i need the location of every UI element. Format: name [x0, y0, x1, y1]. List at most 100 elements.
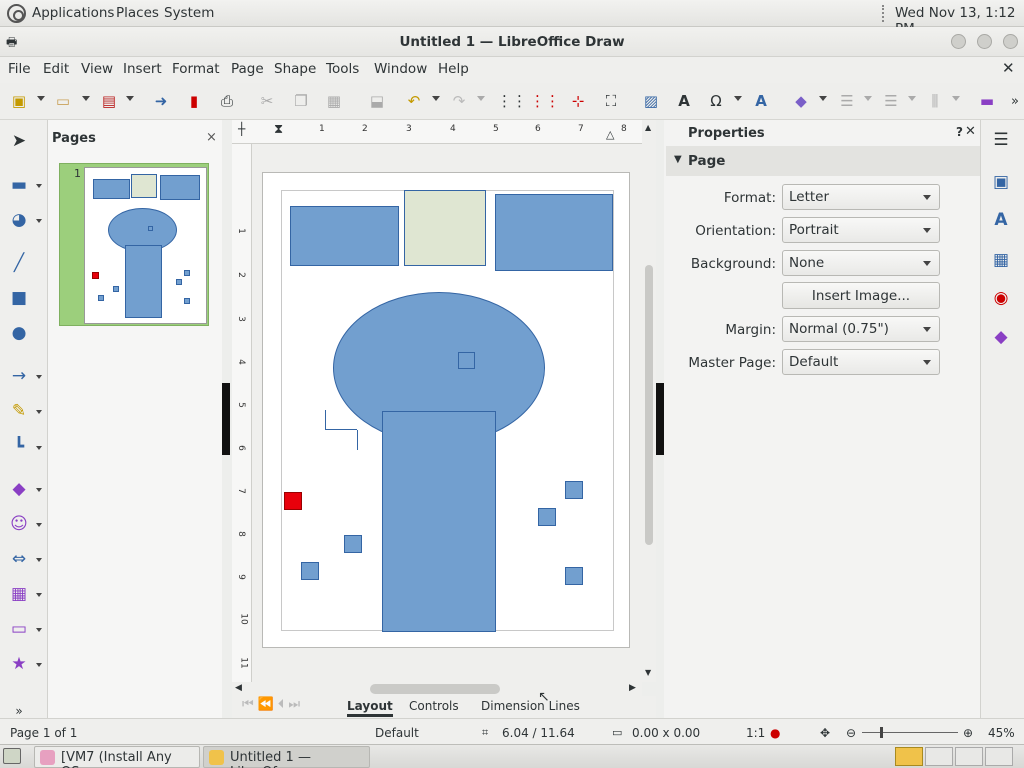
close-window-icon[interactable] — [1003, 34, 1018, 49]
workspace-switcher[interactable] — [895, 747, 923, 766]
menu-file[interactable]: File — [8, 61, 31, 77]
export-icon[interactable]: ➜ — [150, 91, 172, 111]
callouts-icon[interactable]: ▭ — [8, 618, 30, 640]
square-shape[interactable] — [565, 481, 583, 499]
vertical-ruler[interactable]: 1 2 3 4 5 6 7 8 9 10 11 — [232, 144, 252, 682]
ellipse-icon[interactable]: ● — [8, 322, 30, 344]
page-info[interactable]: Page 1 of 1 — [10, 726, 77, 740]
maximize-icon[interactable] — [977, 34, 992, 49]
pages-pane-splitter[interactable] — [222, 383, 230, 455]
scroll-left-icon[interactable]: ◀ — [235, 683, 242, 693]
menu-page[interactable]: Page — [231, 61, 264, 77]
help-icon[interactable]: ? — [956, 125, 963, 139]
workspace-switcher-2[interactable] — [925, 747, 953, 766]
toolbar-overflow-icon[interactable]: » — [1004, 91, 1024, 111]
align-icon[interactable]: ☰ — [836, 91, 858, 111]
taskbar-draw-window[interactable]: Untitled 1 — LibreOf... — [203, 746, 370, 768]
horizontal-scroll-thumb[interactable] — [370, 684, 500, 694]
workspace-switcher-3[interactable] — [955, 747, 983, 766]
zoom-slider[interactable] — [862, 732, 958, 733]
collapse-icon[interactable]: ▼ — [674, 154, 682, 165]
margin-select[interactable]: Normal (0.75") — [782, 316, 940, 342]
redo-icon[interactable]: ↷ — [448, 91, 470, 111]
page-thumbnail[interactable]: 1 — [59, 163, 209, 326]
styles-deck-icon[interactable]: A — [989, 208, 1013, 232]
tab-navigation-icons[interactable]: ⏮⏪⏴⏭ — [242, 697, 304, 712]
scroll-down-icon[interactable]: ▼ — [645, 668, 651, 677]
tab-controls[interactable]: Controls — [409, 699, 459, 713]
cut-icon[interactable]: ✂ — [256, 91, 278, 111]
tab-dimension-lines[interactable]: Dimension Lines — [481, 699, 580, 713]
copy-icon[interactable]: ❐ — [290, 91, 312, 111]
properties-deck-icon[interactable]: ▣ — [989, 170, 1013, 194]
scroll-up-icon[interactable]: ▲ — [645, 123, 651, 132]
square-shape[interactable] — [565, 567, 583, 585]
taskbar-vm-window[interactable]: [VM7 (Install Any OS... — [34, 746, 200, 768]
open-icon[interactable]: ▭ — [52, 91, 74, 111]
fit-page-icon[interactable]: ✥ — [820, 726, 830, 740]
tab-stop-icon[interactable]: ┼ — [238, 122, 245, 136]
scroll-right-icon[interactable]: ▶ — [629, 683, 636, 693]
fontwork-icon[interactable]: A — [750, 91, 772, 111]
clone-formatting-icon[interactable]: ⬓ — [366, 91, 388, 111]
fill-color-icon[interactable]: ◕ — [8, 209, 30, 231]
paste-icon[interactable]: ▦ — [323, 91, 345, 111]
minimize-icon[interactable] — [951, 34, 966, 49]
distribute-icon[interactable]: ⫼ — [924, 91, 946, 111]
undo-icon[interactable]: ↶ — [403, 91, 425, 111]
menu-window[interactable]: Window — [374, 61, 427, 77]
zoom-in-icon[interactable]: ⊕ — [963, 726, 973, 740]
zoom-out-icon[interactable]: ⊖ — [846, 726, 856, 740]
document-modified-icon[interactable]: ● — [770, 726, 780, 740]
line-tool-icon[interactable]: ╱ — [8, 252, 30, 274]
square-shape[interactable] — [301, 562, 319, 580]
menu-view[interactable]: View — [81, 61, 113, 77]
snap-to-grid-icon[interactable]: ⋮⋮ — [530, 91, 560, 111]
square-shape[interactable] — [538, 508, 556, 526]
drawing-canvas[interactable] — [252, 144, 642, 682]
square-shape[interactable] — [458, 352, 475, 369]
sidebar-menu-icon[interactable]: ☰ — [989, 128, 1013, 152]
left-indent-icon[interactable]: ⧗ — [274, 122, 283, 137]
vertical-scroll-thumb[interactable] — [645, 265, 653, 545]
gallery-deck-icon[interactable]: ▦ — [989, 248, 1013, 272]
master-page-select[interactable]: Default — [782, 349, 940, 375]
zoom-level[interactable]: 45% — [988, 726, 1015, 740]
menu-help[interactable]: Help — [438, 61, 469, 77]
connector-line[interactable] — [325, 410, 357, 430]
close-sidebar-icon[interactable]: ✕ — [965, 124, 976, 139]
new-icon[interactable]: ▣ — [8, 91, 30, 111]
orientation-select[interactable]: Portrait — [782, 217, 940, 243]
rectangle-shape[interactable] — [495, 194, 613, 271]
insert-image-button[interactable]: Insert Image... — [782, 282, 940, 309]
page-section-header[interactable]: ▼ Page — [666, 146, 980, 176]
flowchart-icon[interactable]: ▦ — [8, 583, 30, 605]
close-document-icon[interactable]: ✕ — [1002, 59, 1015, 77]
applications-menu[interactable]: Applications — [32, 5, 114, 21]
shapes-deck-icon[interactable]: ◆ — [989, 325, 1013, 349]
zoom-pan-icon[interactable]: ⛶ — [600, 91, 622, 111]
helplines-icon[interactable]: ⊹ — [567, 91, 589, 111]
rectangle-shape[interactable] — [404, 190, 486, 266]
shadow-icon[interactable]: ▬ — [976, 91, 998, 111]
transformations-icon[interactable]: ◆ — [790, 91, 812, 111]
rectangle-shape[interactable] — [382, 411, 496, 632]
navigator-deck-icon[interactable]: ◉ — [989, 286, 1013, 310]
select-icon[interactable]: ➤ — [8, 130, 30, 152]
system-menu[interactable]: System — [164, 5, 214, 21]
pages-close-icon[interactable]: × — [206, 130, 217, 145]
horizontal-ruler[interactable]: ┼ ⧗ 1 2 3 4 5 6 7 8 △ — [232, 120, 642, 144]
tab-layout[interactable]: Layout — [347, 699, 393, 717]
grid-icon[interactable]: ⋮⋮ — [497, 91, 527, 111]
arrange-icon[interactable]: ☰ — [880, 91, 902, 111]
menu-edit[interactable]: Edit — [43, 61, 69, 77]
special-character-icon[interactable]: Ω — [705, 91, 727, 111]
right-indent-icon[interactable]: △ — [606, 128, 614, 141]
insert-image-icon[interactable]: ▨ — [640, 91, 662, 111]
rectangle-icon[interactable]: ■ — [8, 287, 30, 309]
background-select[interactable]: None — [782, 250, 940, 276]
export-pdf-icon[interactable]: ▮ — [183, 91, 205, 111]
square-shape[interactable] — [344, 535, 362, 553]
scale-ratio[interactable]: 1:1 — [746, 726, 765, 740]
connectors-icon[interactable]: ┗ — [8, 436, 30, 458]
